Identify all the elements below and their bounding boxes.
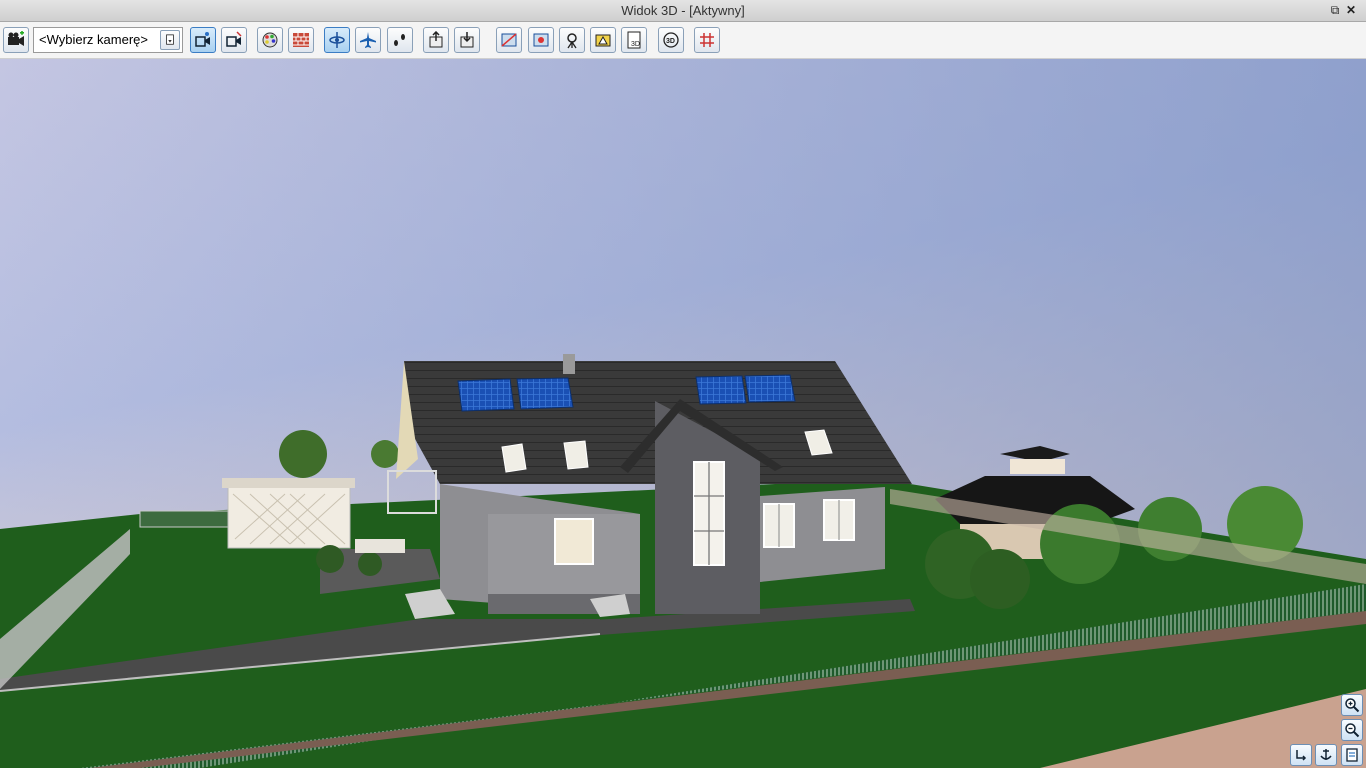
orbit-icon <box>329 32 345 48</box>
camera-select-value: <Wybierz kamerę> <box>39 32 148 47</box>
fly-button[interactable] <box>355 27 381 53</box>
brick-wall-icon <box>293 33 309 47</box>
solar-panel <box>457 378 515 412</box>
render-photo-icon <box>595 34 611 47</box>
svg-text:3D: 3D <box>631 41 640 48</box>
select-camera-mode-button[interactable] <box>221 27 247 53</box>
anchor-icon <box>1320 749 1332 760</box>
render-settings-button[interactable] <box>528 27 554 53</box>
photo-button[interactable] <box>559 27 585 53</box>
toolbar: <Wybierz kamerę> 3D 3D <box>0 22 1366 59</box>
storey-up-icon <box>429 31 443 48</box>
camera-select[interactable]: <Wybierz kamerę> <box>33 27 183 53</box>
orbit-button[interactable] <box>324 27 350 53</box>
add-camera-button[interactable] <box>3 27 29 53</box>
camera-select-icon <box>226 31 242 47</box>
label-3d: 3D <box>666 38 675 45</box>
3d-scene[interactable] <box>0 59 1366 768</box>
zoom-out-button[interactable] <box>1341 719 1363 741</box>
textures-button[interactable] <box>288 27 314 53</box>
section-icon <box>501 33 517 47</box>
restore-icon[interactable]: ⧉ <box>1328 2 1342 18</box>
solar-panel <box>695 375 747 405</box>
chimney <box>563 354 575 374</box>
close-icon[interactable]: ✕ <box>1344 2 1358 18</box>
rotate-3d-icon: 3D <box>663 32 679 48</box>
window-title: Widok 3D - [Aktywny] <box>621 3 745 18</box>
camera-dropdown-button[interactable] <box>160 30 180 50</box>
footsteps-icon <box>394 34 405 46</box>
photo-camera-icon <box>567 33 577 49</box>
storey-down-icon <box>460 32 474 48</box>
airplane-icon <box>360 32 376 48</box>
pan-icon <box>1296 750 1307 761</box>
section-view-button[interactable] <box>496 27 522 53</box>
camera-settings-icon <box>195 32 210 47</box>
export-3d-button[interactable]: 3D <box>621 27 647 53</box>
grid-frame-icon <box>700 33 714 47</box>
zoom-extents-icon <box>1346 748 1358 762</box>
zoom-in-button[interactable] <box>1341 694 1363 716</box>
zoom-extents-button[interactable] <box>1341 744 1363 766</box>
camera-plus-icon <box>8 31 24 46</box>
title-bar: Widok 3D - [Aktywny] ⧉ ✕ <box>0 0 1366 22</box>
3d-rotate-button[interactable]: 3D <box>658 27 684 53</box>
3d-viewport[interactable] <box>0 59 1366 768</box>
materials-button[interactable] <box>257 27 283 53</box>
walk-button[interactable] <box>387 27 413 53</box>
tree <box>279 430 327 478</box>
wireframe-button[interactable] <box>694 27 720 53</box>
render-icon <box>533 33 549 47</box>
export-3d-icon: 3D <box>627 31 641 49</box>
render-photo-button[interactable] <box>590 27 616 53</box>
level-up-button[interactable] <box>423 27 449 53</box>
anchor-button[interactable] <box>1315 744 1337 766</box>
document-arrow-icon <box>166 34 174 45</box>
solar-panel <box>516 377 574 410</box>
camera-properties-button[interactable] <box>190 27 216 53</box>
pan-button[interactable] <box>1290 744 1312 766</box>
solar-panel <box>744 374 796 403</box>
color-palette-icon <box>262 32 278 48</box>
pergola <box>227 485 351 549</box>
level-down-button[interactable] <box>454 27 480 53</box>
zoom-in-icon <box>1345 698 1360 713</box>
zoom-out-icon <box>1345 723 1360 738</box>
